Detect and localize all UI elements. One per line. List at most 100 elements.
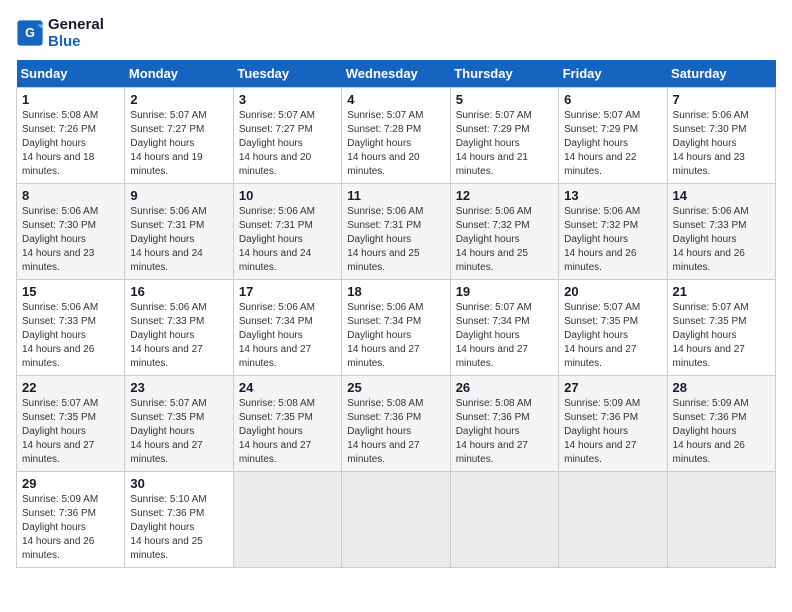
day-info: Sunrise: 5:06 AMSunset: 7:31 PMDaylight …	[347, 205, 444, 275]
day-number: 11	[347, 188, 444, 203]
day-number: 24	[239, 380, 336, 395]
calendar-day-cell	[667, 472, 775, 568]
calendar-day-cell: 3 Sunrise: 5:07 AMSunset: 7:27 PMDaylight…	[233, 88, 341, 184]
day-number: 29	[22, 476, 119, 491]
calendar-day-cell: 14 Sunrise: 5:06 AMSunset: 7:33 PMDayligh…	[667, 184, 775, 280]
logo-icon: G	[16, 19, 44, 47]
day-info: Sunrise: 5:07 AMSunset: 7:27 PMDaylight …	[130, 109, 227, 179]
calendar-day-cell: 28Sunrise: 5:09 AMSunset: 7:36 PMDayligh…	[667, 376, 775, 472]
day-number: 10	[239, 188, 336, 203]
day-info: Sunrise: 5:07 AMSunset: 7:35 PMDaylight …	[22, 397, 119, 467]
day-number: 30	[130, 476, 227, 491]
day-info: Sunrise: 5:07 AMSunset: 7:27 PMDaylight …	[239, 109, 336, 179]
calendar-day-cell: 16 Sunrise: 5:06 AMSunset: 7:33 PMDayligh…	[125, 280, 233, 376]
calendar-day-cell: 30Sunrise: 5:10 AMSunset: 7:36 PMDayligh…	[125, 472, 233, 568]
day-info: Sunrise: 5:06 AMSunset: 7:33 PMDaylight …	[130, 301, 227, 371]
day-number: 17	[239, 284, 336, 299]
day-number: 14	[673, 188, 770, 203]
day-info: Sunrise: 5:08 AMSunset: 7:36 PMDaylight …	[456, 397, 553, 467]
day-of-week-header: Saturday	[667, 60, 775, 88]
calendar-day-cell: 8 Sunrise: 5:06 AMSunset: 7:30 PMDaylight…	[17, 184, 125, 280]
day-info: Sunrise: 5:09 AMSunset: 7:36 PMDaylight …	[673, 397, 770, 467]
day-info: Sunrise: 5:07 AMSunset: 7:35 PMDaylight …	[673, 301, 770, 371]
day-info: Sunrise: 5:07 AMSunset: 7:35 PMDaylight …	[564, 301, 661, 371]
calendar-day-cell: 22Sunrise: 5:07 AMSunset: 7:35 PMDayligh…	[17, 376, 125, 472]
day-number: 2	[130, 92, 227, 107]
day-info: Sunrise: 5:06 AMSunset: 7:32 PMDaylight …	[456, 205, 553, 275]
day-number: 26	[456, 380, 553, 395]
calendar-day-cell: 23 Sunrise: 5:07 AMSunset: 7:35 PMDayligh…	[125, 376, 233, 472]
calendar-day-cell: 6 Sunrise: 5:07 AMSunset: 7:29 PMDaylight…	[559, 88, 667, 184]
day-of-week-header: Friday	[559, 60, 667, 88]
day-info: Sunrise: 5:07 AMSunset: 7:34 PMDaylight …	[456, 301, 553, 371]
day-info: Sunrise: 5:07 AMSunset: 7:29 PMDaylight …	[564, 109, 661, 179]
calendar-week-row: 1 Sunrise: 5:08 AMSunset: 7:26 PMDaylight…	[17, 88, 776, 184]
day-number: 15	[22, 284, 119, 299]
calendar-week-row: 29Sunrise: 5:09 AMSunset: 7:36 PMDayligh…	[17, 472, 776, 568]
calendar-day-cell: 15 Sunrise: 5:06 AMSunset: 7:33 PMDayligh…	[17, 280, 125, 376]
calendar-day-cell: 2 Sunrise: 5:07 AMSunset: 7:27 PMDaylight…	[125, 88, 233, 184]
calendar-day-cell: 18 Sunrise: 5:06 AMSunset: 7:34 PMDayligh…	[342, 280, 450, 376]
day-info: Sunrise: 5:07 AMSunset: 7:35 PMDaylight …	[130, 397, 227, 467]
day-number: 8	[22, 188, 119, 203]
day-info: Sunrise: 5:07 AMSunset: 7:28 PMDaylight …	[347, 109, 444, 179]
day-info: Sunrise: 5:06 AMSunset: 7:30 PMDaylight …	[22, 205, 119, 275]
calendar-day-cell	[342, 472, 450, 568]
day-number: 4	[347, 92, 444, 107]
day-info: Sunrise: 5:06 AMSunset: 7:33 PMDaylight …	[673, 205, 770, 275]
calendar-week-row: 15 Sunrise: 5:06 AMSunset: 7:33 PMDayligh…	[17, 280, 776, 376]
day-of-week-header: Wednesday	[342, 60, 450, 88]
calendar-day-cell: 5 Sunrise: 5:07 AMSunset: 7:29 PMDaylight…	[450, 88, 558, 184]
day-number: 27	[564, 380, 661, 395]
calendar-day-cell	[233, 472, 341, 568]
day-info: Sunrise: 5:06 AMSunset: 7:30 PMDaylight …	[673, 109, 770, 179]
day-info: Sunrise: 5:06 AMSunset: 7:31 PMDaylight …	[239, 205, 336, 275]
day-info: Sunrise: 5:06 AMSunset: 7:33 PMDaylight …	[22, 301, 119, 371]
calendar-week-row: 8 Sunrise: 5:06 AMSunset: 7:30 PMDaylight…	[17, 184, 776, 280]
day-number: 6	[564, 92, 661, 107]
calendar-day-cell: 25 Sunrise: 5:08 AMSunset: 7:36 PMDayligh…	[342, 376, 450, 472]
calendar-day-cell: 4 Sunrise: 5:07 AMSunset: 7:28 PMDaylight…	[342, 88, 450, 184]
calendar-day-cell: 19Sunrise: 5:07 AMSunset: 7:34 PMDayligh…	[450, 280, 558, 376]
day-of-week-header: Sunday	[17, 60, 125, 88]
day-info: Sunrise: 5:09 AMSunset: 7:36 PMDaylight …	[564, 397, 661, 467]
calendar-day-cell: 1 Sunrise: 5:08 AMSunset: 7:26 PMDaylight…	[17, 88, 125, 184]
day-number: 13	[564, 188, 661, 203]
calendar-day-cell: 10 Sunrise: 5:06 AMSunset: 7:31 PMDayligh…	[233, 184, 341, 280]
day-info: Sunrise: 5:06 AMSunset: 7:34 PMDaylight …	[239, 301, 336, 371]
day-info: Sunrise: 5:06 AMSunset: 7:32 PMDaylight …	[564, 205, 661, 275]
day-number: 23	[130, 380, 227, 395]
day-number: 16	[130, 284, 227, 299]
day-info: Sunrise: 5:08 AMSunset: 7:26 PMDaylight …	[22, 109, 119, 179]
calendar-table: SundayMondayTuesdayWednesdayThursdayFrid…	[16, 60, 776, 568]
day-info: Sunrise: 5:08 AMSunset: 7:35 PMDaylight …	[239, 397, 336, 467]
day-number: 5	[456, 92, 553, 107]
day-info: Sunrise: 5:06 AMSunset: 7:31 PMDaylight …	[130, 205, 227, 275]
day-number: 1	[22, 92, 119, 107]
day-number: 7	[673, 92, 770, 107]
day-info: Sunrise: 5:08 AMSunset: 7:36 PMDaylight …	[347, 397, 444, 467]
svg-text:G: G	[25, 26, 35, 40]
day-of-week-header: Monday	[125, 60, 233, 88]
calendar-week-row: 22Sunrise: 5:07 AMSunset: 7:35 PMDayligh…	[17, 376, 776, 472]
day-number: 3	[239, 92, 336, 107]
calendar-day-cell	[450, 472, 558, 568]
day-number: 9	[130, 188, 227, 203]
day-number: 18	[347, 284, 444, 299]
calendar-header-row: SundayMondayTuesdayWednesdayThursdayFrid…	[17, 60, 776, 88]
calendar-day-cell: 24 Sunrise: 5:08 AMSunset: 7:35 PMDayligh…	[233, 376, 341, 472]
day-number: 20	[564, 284, 661, 299]
day-info: Sunrise: 5:07 AMSunset: 7:29 PMDaylight …	[456, 109, 553, 179]
page-header: G General Blue	[16, 16, 776, 50]
calendar-day-cell: 7 Sunrise: 5:06 AMSunset: 7:30 PMDaylight…	[667, 88, 775, 184]
day-of-week-header: Tuesday	[233, 60, 341, 88]
day-number: 25	[347, 380, 444, 395]
day-info: Sunrise: 5:06 AMSunset: 7:34 PMDaylight …	[347, 301, 444, 371]
day-number: 12	[456, 188, 553, 203]
calendar-day-cell: 29Sunrise: 5:09 AMSunset: 7:36 PMDayligh…	[17, 472, 125, 568]
calendar-day-cell: 21 Sunrise: 5:07 AMSunset: 7:35 PMDayligh…	[667, 280, 775, 376]
day-number: 21	[673, 284, 770, 299]
calendar-day-cell: 20 Sunrise: 5:07 AMSunset: 7:35 PMDayligh…	[559, 280, 667, 376]
calendar-day-cell: 11 Sunrise: 5:06 AMSunset: 7:31 PMDayligh…	[342, 184, 450, 280]
day-of-week-header: Thursday	[450, 60, 558, 88]
